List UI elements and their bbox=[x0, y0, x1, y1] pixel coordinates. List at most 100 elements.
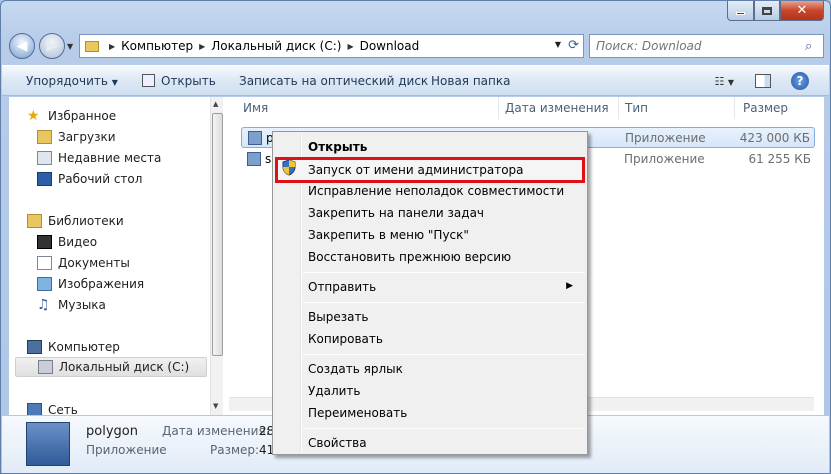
documents-icon bbox=[37, 256, 52, 270]
address-dropdown-icon[interactable]: ▼ bbox=[555, 40, 561, 49]
menu-separator bbox=[303, 354, 585, 355]
menu-item-rename[interactable]: Переименовать bbox=[275, 402, 585, 424]
views-button[interactable]: ☷ ▼ bbox=[714, 75, 734, 88]
sidebar-item-label: Музыка bbox=[58, 298, 106, 312]
scroll-down-icon[interactable]: ▼ bbox=[213, 402, 218, 410]
refresh-icon[interactable]: ⟳ bbox=[568, 38, 579, 53]
close-icon: ✕ bbox=[796, 3, 808, 18]
search-box[interactable]: ⌕ bbox=[589, 34, 824, 58]
organize-button[interactable]: Упорядочить ▼ bbox=[26, 74, 118, 88]
menu-item-pin-start[interactable]: Закрепить в меню "Пуск" bbox=[275, 224, 585, 246]
forward-button[interactable]: ▶ bbox=[39, 33, 65, 59]
sidebar-item-documents[interactable]: Документы bbox=[37, 253, 237, 273]
sidebar-item-label: Изображения bbox=[58, 277, 145, 291]
search-input[interactable] bbox=[590, 39, 805, 53]
sidebar-item-libraries[interactable]: Библиотеки bbox=[27, 211, 227, 231]
close-button[interactable]: ✕ bbox=[780, 1, 824, 21]
breadcrumb-separator-icon[interactable]: ▶ bbox=[109, 42, 115, 51]
sidebar-scrollbar[interactable]: ▲ ▼ bbox=[210, 97, 223, 415]
chevron-down-icon: ▼ bbox=[111, 78, 118, 87]
burn-button[interactable]: Записать на оптический диск bbox=[239, 74, 428, 88]
music-icon: ♫ bbox=[37, 297, 50, 313]
menu-item-delete[interactable]: Удалить bbox=[275, 380, 585, 402]
menu-item-label: Свойства bbox=[308, 436, 367, 450]
app-large-icon bbox=[26, 422, 70, 466]
column-header-name[interactable]: Имя bbox=[243, 101, 268, 115]
explorer-window: ✕ ◀ ▶ ▼ ▶ Компьютер ▶ Локальный диск (C:… bbox=[0, 0, 831, 474]
sidebar-item-label: Компьютер bbox=[48, 340, 120, 354]
menu-item-restore-previous[interactable]: Восстановить прежнюю версию bbox=[275, 246, 585, 268]
column-divider[interactable] bbox=[734, 97, 735, 119]
open-label: Открыть bbox=[161, 74, 216, 88]
sidebar-item-label: Локальный диск (C:) bbox=[59, 360, 190, 374]
video-icon bbox=[37, 235, 52, 249]
menu-item-copy[interactable]: Копировать bbox=[275, 328, 585, 350]
navigation-pane: ★ Избранное Загрузки Недавние места Рабо… bbox=[9, 97, 223, 417]
app-icon bbox=[248, 131, 262, 145]
menu-item-label: Закрепить на панели задач bbox=[308, 206, 485, 220]
open-button[interactable]: Открыть bbox=[142, 74, 216, 88]
maximize-button[interactable] bbox=[754, 1, 780, 21]
sidebar-item-label: Видео bbox=[58, 235, 98, 249]
sidebar-item-pictures[interactable]: Изображения bbox=[37, 274, 237, 294]
chevron-down-icon: ▼ bbox=[727, 78, 734, 87]
file-name: s bbox=[265, 152, 272, 166]
column-header-type[interactable]: Тип bbox=[625, 101, 648, 115]
sidebar-item-label: Библиотеки bbox=[48, 214, 124, 228]
libraries-icon bbox=[27, 214, 42, 228]
file-type: Приложение bbox=[625, 131, 706, 145]
column-header-date[interactable]: Дата изменения bbox=[505, 101, 609, 115]
breadcrumb-local-disk[interactable]: Локальный диск (C:) bbox=[211, 39, 341, 53]
menu-item-label: Переименовать bbox=[308, 406, 408, 420]
menu-item-send-to[interactable]: Отправить ▶ bbox=[275, 276, 585, 298]
organize-label: Упорядочить bbox=[26, 74, 108, 88]
sidebar-item-music[interactable]: ♫ Музыка bbox=[37, 295, 237, 315]
scroll-thumb[interactable] bbox=[212, 113, 223, 356]
desktop-icon bbox=[37, 172, 52, 186]
star-icon: ★ bbox=[27, 108, 40, 124]
new-folder-button[interactable]: Новая папка bbox=[431, 74, 510, 88]
menu-item-label: Отправить bbox=[308, 280, 377, 294]
column-divider[interactable] bbox=[498, 97, 499, 119]
sidebar-item-favorites[interactable]: ★ Избранное bbox=[27, 106, 227, 126]
breadcrumb-computer[interactable]: Компьютер bbox=[121, 39, 193, 53]
caption-buttons: ✕ bbox=[727, 1, 824, 21]
recent-pages-dropdown[interactable]: ▼ bbox=[67, 42, 73, 51]
details-date-label: Дата изменения: bbox=[162, 424, 270, 438]
back-button[interactable]: ◀ bbox=[9, 33, 35, 59]
breadcrumb-separator-icon[interactable]: ▶ bbox=[347, 42, 353, 51]
sidebar-item-recent-places[interactable]: Недавние места bbox=[37, 148, 237, 168]
menu-item-label: Создать ярлык bbox=[308, 362, 403, 376]
minimize-icon bbox=[736, 12, 745, 15]
breadcrumb-separator-icon[interactable]: ▶ bbox=[199, 42, 205, 51]
column-header-size[interactable]: Размер bbox=[743, 101, 788, 115]
preview-pane-button[interactable] bbox=[755, 74, 771, 88]
menu-item-cut[interactable]: Вырезать bbox=[275, 306, 585, 328]
back-arrow-icon: ◀ bbox=[16, 38, 28, 54]
help-button[interactable]: ? bbox=[791, 72, 809, 90]
sidebar-item-local-disk[interactable]: Локальный диск (C:) bbox=[15, 357, 207, 377]
file-size: 61 255 КБ bbox=[748, 152, 811, 166]
menu-item-properties[interactable]: Свойства bbox=[275, 432, 585, 454]
menu-item-create-shortcut[interactable]: Создать ярлык bbox=[275, 358, 585, 380]
sidebar-item-label: Рабочий стол bbox=[58, 172, 143, 186]
address-bar[interactable]: ▶ Компьютер ▶ Локальный диск (C:) ▶ Down… bbox=[79, 34, 584, 58]
minimize-button[interactable] bbox=[727, 1, 754, 21]
sidebar-item-video[interactable]: Видео bbox=[37, 232, 237, 252]
sidebar-item-downloads[interactable]: Загрузки bbox=[37, 127, 237, 147]
column-divider[interactable] bbox=[618, 97, 619, 119]
sidebar-item-computer[interactable]: Компьютер bbox=[27, 337, 227, 357]
menu-item-pin-taskbar[interactable]: Закрепить на панели задач bbox=[275, 202, 585, 224]
scroll-up-icon[interactable]: ▲ bbox=[213, 100, 218, 108]
context-menu: Открыть Запуск от имени администратора И… bbox=[272, 131, 588, 455]
views-icon: ☷ bbox=[714, 75, 725, 88]
menu-item-label: Закрепить в меню "Пуск" bbox=[308, 228, 469, 242]
menu-item-troubleshoot-compatibility[interactable]: Исправление неполадок совместимости bbox=[275, 180, 585, 202]
menu-item-label: Запуск от имени администратора bbox=[308, 163, 524, 177]
sidebar-item-label: Избранное bbox=[48, 109, 117, 123]
menu-item-open[interactable]: Открыть bbox=[275, 136, 585, 158]
breadcrumb-download[interactable]: Download bbox=[360, 39, 420, 53]
menu-separator bbox=[303, 428, 585, 429]
search-icon[interactable]: ⌕ bbox=[805, 39, 823, 54]
sidebar-item-desktop[interactable]: Рабочий стол bbox=[37, 169, 237, 189]
